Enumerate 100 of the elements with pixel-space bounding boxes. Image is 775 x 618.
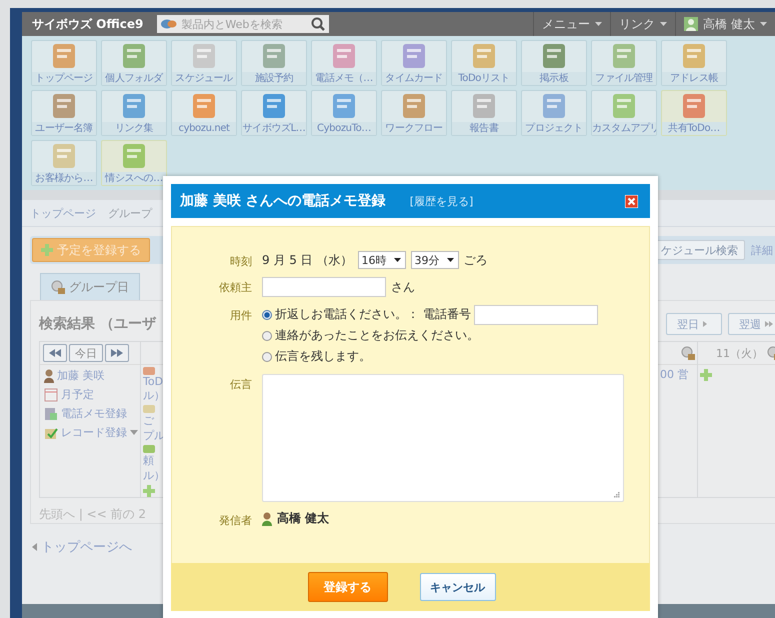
user-link[interactable]: 加藤 美咲 xyxy=(57,368,104,383)
app-tile[interactable]: タイムカード xyxy=(381,40,447,86)
app-tile[interactable]: プロジェクト xyxy=(521,90,587,136)
app-tile[interactable]: 施設予約 xyxy=(241,40,307,86)
menu-label: メニュー xyxy=(542,16,590,32)
option-label: 折返しお電話ください。： 電話番号 xyxy=(275,306,471,323)
app-tile[interactable]: ファイル管理 xyxy=(591,40,657,86)
app-tile[interactable]: 個人フォルダ xyxy=(101,40,167,86)
event-icon xyxy=(143,445,155,453)
caret-icon xyxy=(394,258,401,262)
event-icon xyxy=(143,405,155,413)
radio-button[interactable] xyxy=(262,310,272,320)
app-tile[interactable]: ToDoリスト xyxy=(451,40,517,86)
app-tile[interactable]: ユーザー名簿 xyxy=(31,90,97,136)
radio-button[interactable] xyxy=(262,352,272,362)
app-tile[interactable]: cybozu.net xyxy=(171,90,237,136)
record-icon xyxy=(44,426,58,440)
event-text[interactable]: ToD xyxy=(143,375,161,388)
search-field[interactable]: 製品内とWebを検索 xyxy=(157,15,330,33)
app-tile[interactable]: 共有ToDo… xyxy=(661,90,727,136)
plus-icon xyxy=(700,369,712,381)
app-tile[interactable]: カスタムアプリ xyxy=(591,90,657,136)
calendar-icon xyxy=(44,388,58,402)
action-link[interactable]: レコード登録 xyxy=(61,425,127,440)
logo: サイボウズ Office9 xyxy=(32,16,144,32)
results-title: 検索結果 （ユーザ xyxy=(39,315,156,333)
action-link[interactable]: 電話メモ登録 xyxy=(61,406,127,421)
user-name: 高橋 健太 xyxy=(703,16,755,32)
option-label: 伝言を残します。 xyxy=(275,348,371,365)
app-tile[interactable]: リンク集 xyxy=(101,90,167,136)
app-tile[interactable]: CybozuTo… xyxy=(311,90,377,136)
search-icon xyxy=(311,17,326,31)
event-text[interactable]: ル） xyxy=(143,388,161,403)
clock-lock-icon xyxy=(51,280,65,294)
person-icon xyxy=(44,368,54,382)
tab[interactable]: グループ日 xyxy=(40,273,140,300)
honorific-text: さん xyxy=(391,278,415,296)
field-label: 依頼主 xyxy=(218,280,252,295)
day-header: 11（火） xyxy=(716,346,763,360)
back-link[interactable]: トップページへ xyxy=(41,538,132,556)
submit-button[interactable]: 登録する xyxy=(308,572,388,602)
event-text[interactable]: 頼 xyxy=(143,453,161,468)
field-label: 用件 xyxy=(229,308,252,323)
time-suffix: ごろ xyxy=(464,252,488,268)
fast-forward-icon xyxy=(111,349,123,357)
app-tile[interactable]: サイボウズL… xyxy=(241,90,307,136)
event-text[interactable]: 00 営 xyxy=(660,368,688,381)
plus-icon xyxy=(41,244,53,256)
app-tile[interactable]: 電話メモ（… xyxy=(311,40,377,86)
app-tile[interactable]: トップページ xyxy=(31,40,97,86)
app-tile[interactable]: 情シスへの… xyxy=(101,140,167,186)
app-tile[interactable]: 報告書 xyxy=(451,90,517,136)
app-tile[interactable]: スケジュール xyxy=(171,40,237,86)
history-link[interactable]: [履歴を見る] xyxy=(410,194,474,208)
caret-icon xyxy=(595,22,602,26)
caret-icon xyxy=(760,22,767,26)
previous-button[interactable] xyxy=(43,344,67,362)
sender-name: 高橋 健太 xyxy=(277,510,330,527)
bubble-icon xyxy=(161,19,178,29)
caret-icon xyxy=(660,22,668,26)
option-label: 連絡があったことをお伝えください。 xyxy=(275,327,479,344)
radio-button[interactable] xyxy=(262,330,272,340)
arrow-icon xyxy=(765,321,773,327)
detail-search-link[interactable]: 詳細 xyxy=(751,242,773,258)
event-text[interactable]: ご xyxy=(143,413,161,428)
forward-button[interactable] xyxy=(105,344,129,362)
field-label: 時刻 xyxy=(229,254,252,269)
app-tile[interactable]: アドレス帳 xyxy=(661,40,727,86)
message-field[interactable] xyxy=(262,374,624,502)
cancel-button[interactable]: キャンセル xyxy=(420,573,496,601)
clock-lock-icon xyxy=(681,346,695,360)
caret-icon xyxy=(130,430,138,435)
arrow-icon xyxy=(32,543,37,551)
memo-icon xyxy=(44,406,58,420)
app-tile[interactable]: ワークフロー xyxy=(381,90,447,136)
resize-handle-icon xyxy=(614,492,620,498)
rewind-icon xyxy=(49,349,61,357)
close-icon[interactable] xyxy=(625,194,638,208)
minute-select[interactable]: 39分 xyxy=(410,251,459,269)
menu-label: リンク xyxy=(619,16,656,32)
next-button[interactable]: 翌日 xyxy=(666,313,722,335)
requester-field[interactable] xyxy=(262,277,386,297)
breadcrumb-item[interactable]: グループ xyxy=(108,206,152,220)
date-text: 9 月 5 日 （水） xyxy=(262,252,353,268)
event-text[interactable]: ル） xyxy=(143,468,161,483)
add-schedule-button[interactable]: 予定を登録する xyxy=(32,238,150,262)
app-tile[interactable]: お客様から… xyxy=(31,140,97,186)
dialog-title: 加藤 美咲 さんへの電話メモ登録 xyxy=(180,192,386,210)
today-button[interactable]: 今日 xyxy=(69,344,103,362)
field-label: 発信者 xyxy=(218,513,252,528)
hour-select[interactable]: 16時 xyxy=(358,251,406,269)
app-tile[interactable]: 掲示板 xyxy=(521,40,587,86)
phone-field[interactable] xyxy=(474,304,598,324)
next-button[interactable]: 翌週 xyxy=(728,313,775,335)
person-icon xyxy=(262,512,272,526)
breadcrumb-item[interactable]: トップページ xyxy=(30,206,96,220)
event-icon xyxy=(143,367,155,375)
plus-icon xyxy=(143,485,155,497)
action-link[interactable]: 月予定 xyxy=(61,387,94,402)
user-icon xyxy=(684,17,698,31)
